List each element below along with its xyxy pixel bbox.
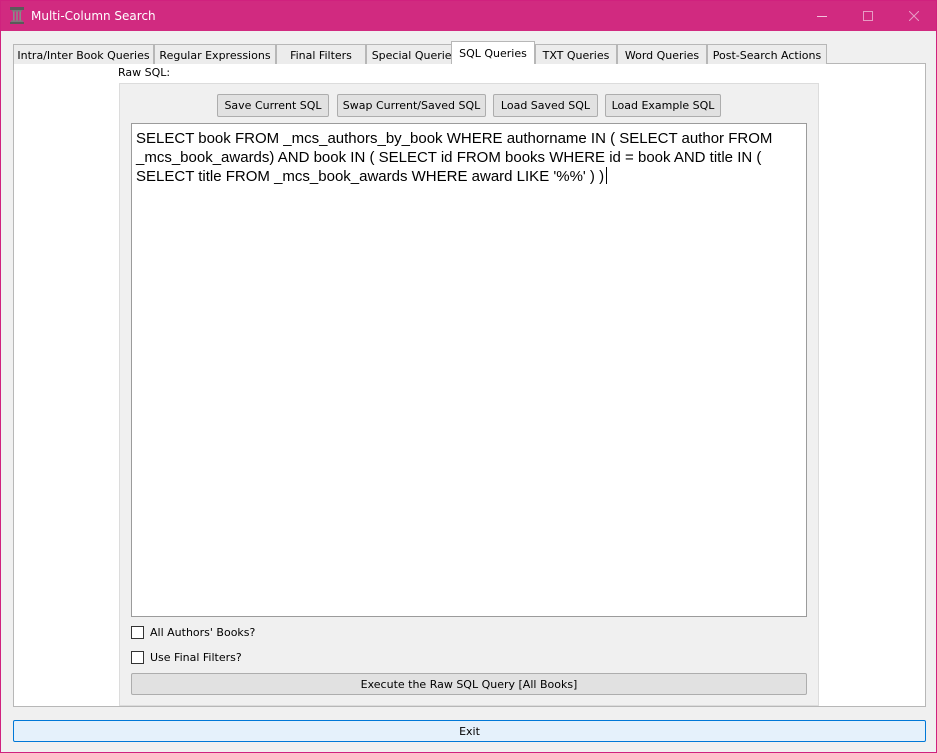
sql-editor[interactable]: SELECT book FROM _mcs_authors_by_book WH… — [131, 123, 807, 617]
pillar-icon — [10, 7, 24, 24]
maximize-icon — [863, 11, 873, 21]
use-final-filters-checkbox-row[interactable]: Use Final Filters? — [131, 649, 242, 665]
sql-query-text: SELECT book FROM _mcs_authors_by_book WH… — [136, 130, 777, 185]
main-window: Multi-Column Search Intra/Inter Book Que… — [0, 0, 937, 753]
all-authors-books-checkbox-row[interactable]: All Authors' Books? — [131, 624, 255, 640]
save-current-sql-button[interactable]: Save Current SQL — [217, 94, 329, 117]
tab-post-search-actions[interactable]: Post-Search Actions — [707, 44, 827, 64]
close-button[interactable] — [891, 1, 937, 31]
use-final-filters-label: Use Final Filters? — [150, 650, 242, 664]
all-authors-books-checkbox[interactable] — [131, 625, 144, 639]
raw-sql-label: Raw SQL: — [118, 66, 171, 79]
minimize-icon — [817, 16, 827, 17]
tab-word-queries[interactable]: Word Queries — [617, 44, 707, 64]
minimize-button[interactable] — [799, 1, 845, 31]
tab-special-queries[interactable]: Special Queries — [366, 44, 463, 64]
tab-txt-queries[interactable]: TXT Queries — [535, 44, 617, 64]
load-saved-sql-button[interactable]: Load Saved SQL — [493, 94, 598, 117]
tab-intra-inter-book-queries[interactable]: Intra/Inter Book Queries — [13, 44, 154, 64]
exit-button[interactable]: Exit — [13, 720, 926, 742]
swap-sql-button[interactable]: Swap Current/Saved SQL — [337, 94, 486, 117]
tab-regular-expressions[interactable]: Regular Expressions — [154, 44, 276, 64]
tab-final-filters[interactable]: Final Filters — [276, 44, 366, 64]
close-icon — [909, 11, 919, 21]
load-example-sql-button[interactable]: Load Example SQL — [605, 94, 721, 117]
window-title: Multi-Column Search — [31, 9, 156, 23]
tab-bar: Intra/Inter Book Queries Regular Express… — [13, 41, 927, 64]
text-caret — [606, 167, 608, 184]
tab-sql-queries[interactable]: SQL Queries — [451, 41, 535, 64]
use-final-filters-checkbox[interactable] — [131, 650, 144, 664]
title-bar[interactable]: Multi-Column Search — [1, 1, 936, 31]
execute-raw-sql-button[interactable]: Execute the Raw SQL Query [All Books] — [131, 673, 807, 695]
maximize-button[interactable] — [845, 1, 891, 31]
all-authors-books-label: All Authors' Books? — [150, 625, 256, 639]
